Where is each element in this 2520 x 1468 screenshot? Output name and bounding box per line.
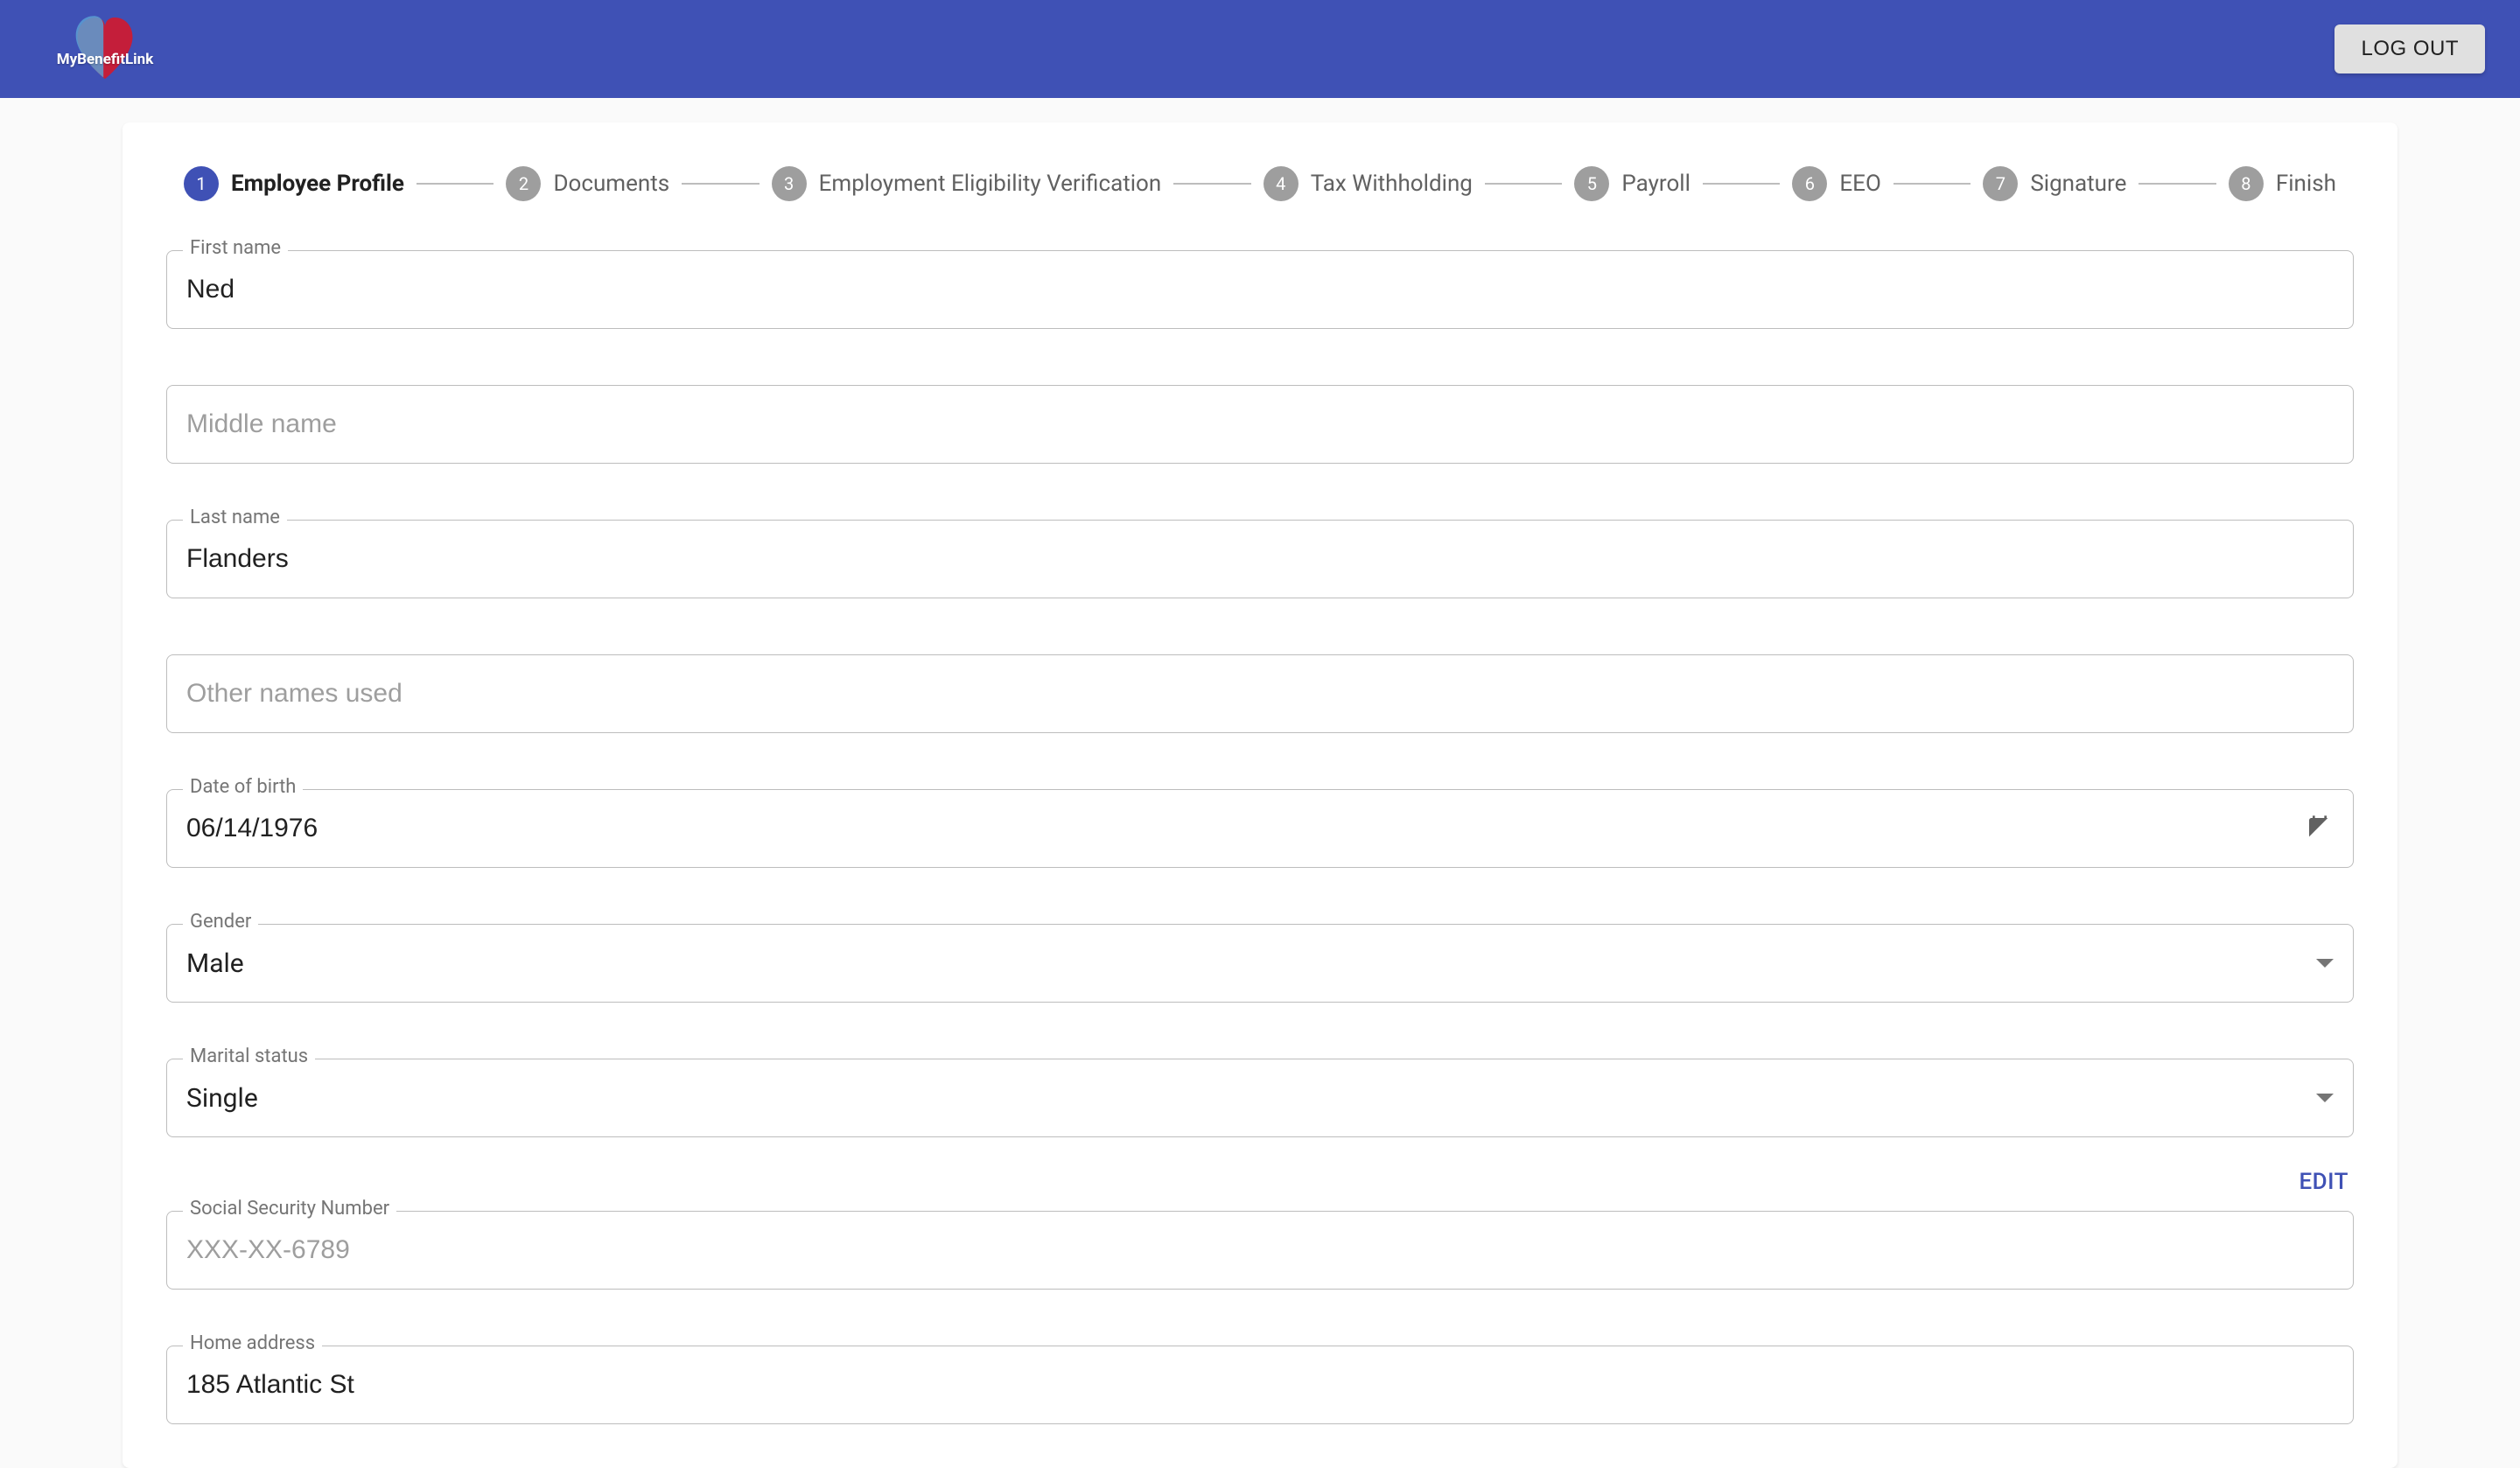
- step-label: Employee Profile: [231, 171, 404, 197]
- dob-field: Date of birth: [166, 789, 2354, 868]
- middle-name-input[interactable]: [186, 409, 2334, 439]
- app-header: MyBenefitLink LOG OUT: [0, 0, 2520, 98]
- marital-status-select[interactable]: Single: [186, 1083, 2316, 1114]
- step-connector: [1173, 183, 1250, 185]
- ssn-edit-link[interactable]: EDIT: [2299, 1169, 2348, 1195]
- form-card: 1 Employee Profile 2 Documents 3 Employm…: [122, 122, 2398, 1468]
- step-connector: [1894, 183, 1970, 185]
- dob-label: Date of birth: [183, 778, 303, 797]
- ssn-field: Social Security Number: [166, 1211, 2354, 1290]
- employee-profile-form: First name: [166, 250, 2354, 1424]
- step-number: 3: [772, 166, 807, 201]
- step-number: 6: [1792, 166, 1827, 201]
- home-address-label: Home address: [183, 1334, 322, 1353]
- ssn-input[interactable]: [186, 1235, 2334, 1265]
- marital-status-label: Marital status: [183, 1047, 315, 1066]
- step-label: Payroll: [1621, 171, 1690, 197]
- middle-name-field-wrapper: [166, 385, 2354, 464]
- gender-select[interactable]: Male: [186, 948, 2316, 979]
- main-content: 1 Employee Profile 2 Documents 3 Employm…: [0, 98, 2520, 1468]
- step-label: Signature: [2030, 171, 2126, 197]
- step-documents[interactable]: 2 Documents: [506, 166, 669, 201]
- marital-status-field-wrapper: Marital status Single: [166, 1059, 2354, 1137]
- other-names-input[interactable]: [186, 679, 2334, 709]
- ssn-field-wrapper: EDIT Social Security Number: [166, 1211, 2354, 1290]
- stepper: 1 Employee Profile 2 Documents 3 Employm…: [166, 166, 2354, 201]
- step-label: Documents: [553, 171, 669, 197]
- first-name-input[interactable]: [186, 275, 2334, 304]
- gender-label: Gender: [183, 912, 258, 932]
- step-connector: [2138, 183, 2216, 185]
- home-address-input[interactable]: [186, 1370, 2334, 1400]
- step-number: 4: [1264, 166, 1298, 201]
- step-number: 1: [184, 166, 219, 201]
- last-name-field-wrapper: Last name: [166, 520, 2354, 598]
- step-finish[interactable]: 8 Finish: [2229, 166, 2336, 201]
- step-employee-profile[interactable]: 1 Employee Profile: [184, 166, 404, 201]
- home-address-field: Home address: [166, 1346, 2354, 1424]
- last-name-field: Last name: [166, 520, 2354, 598]
- step-number: 7: [1983, 166, 2018, 201]
- step-number: 8: [2229, 166, 2264, 201]
- last-name-label: Last name: [183, 508, 287, 528]
- first-name-label: First name: [183, 239, 288, 258]
- gender-field-wrapper: Gender Male: [166, 924, 2354, 1003]
- step-connector: [1485, 183, 1562, 185]
- step-connector: [1703, 183, 1780, 185]
- step-eeo[interactable]: 6 EEO: [1792, 166, 1880, 201]
- logo: MyBenefitLink: [52, 5, 158, 93]
- step-payroll[interactable]: 5 Payroll: [1574, 166, 1690, 201]
- logo-text: MyBenefitLink: [57, 51, 154, 68]
- other-names-field: [166, 654, 2354, 733]
- step-label: Employment Eligibility Verification: [819, 171, 1162, 197]
- step-tax[interactable]: 4 Tax Withholding: [1264, 166, 1473, 201]
- marital-status-field: Marital status Single: [166, 1059, 2354, 1137]
- calendar-icon[interactable]: [2306, 814, 2334, 842]
- step-signature[interactable]: 7 Signature: [1983, 166, 2126, 201]
- step-connector: [416, 183, 494, 185]
- logout-button[interactable]: LOG OUT: [2334, 24, 2485, 73]
- first-name-field: First name: [166, 250, 2354, 329]
- last-name-input[interactable]: [186, 544, 2334, 574]
- step-label: Finish: [2276, 171, 2336, 197]
- dob-input[interactable]: [186, 814, 2306, 843]
- gender-field: Gender Male: [166, 924, 2354, 1003]
- step-number: 5: [1574, 166, 1609, 201]
- dropdown-arrow-icon[interactable]: [2316, 959, 2334, 968]
- first-name-field-wrapper: First name: [166, 250, 2354, 329]
- step-label: EEO: [1839, 171, 1880, 197]
- dob-field-wrapper: Date of birth: [166, 789, 2354, 868]
- step-connector: [682, 183, 759, 185]
- step-number: 2: [506, 166, 541, 201]
- middle-name-field: [166, 385, 2354, 464]
- step-eligibility[interactable]: 3 Employment Eligibility Verification: [772, 166, 1162, 201]
- logo-heart-icon: [66, 10, 144, 88]
- home-address-field-wrapper: Home address: [166, 1346, 2354, 1424]
- dropdown-arrow-icon[interactable]: [2316, 1094, 2334, 1102]
- ssn-label: Social Security Number: [183, 1199, 396, 1219]
- other-names-field-wrapper: [166, 654, 2354, 733]
- step-label: Tax Withholding: [1311, 171, 1473, 197]
